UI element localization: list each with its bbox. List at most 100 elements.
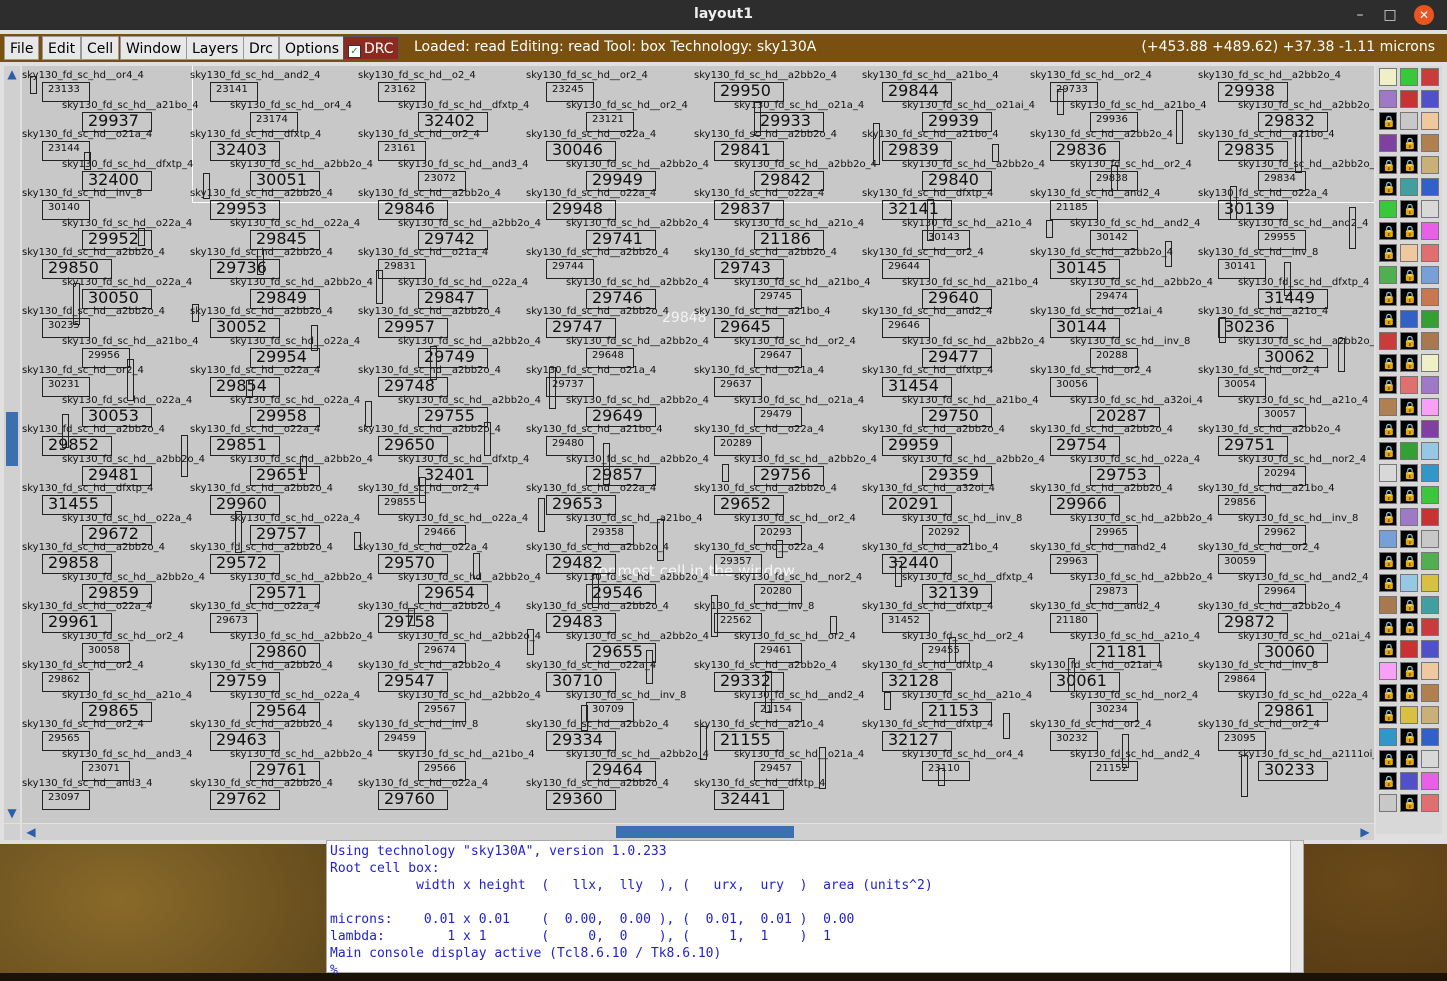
layer-swatch[interactable]: 🔒: [1400, 728, 1418, 746]
layer-swatch[interactable]: [1421, 178, 1439, 196]
layer-swatch[interactable]: 🔒: [1400, 596, 1418, 614]
layer-swatch[interactable]: [1421, 68, 1439, 86]
layer-swatch[interactable]: 🔒: [1379, 750, 1397, 768]
menu-layers[interactable]: Layers: [186, 36, 245, 60]
zoom-box-icon[interactable]: [4, 824, 20, 840]
layer-swatch[interactable]: 🔒: [1400, 684, 1418, 702]
layer-swatch[interactable]: [1421, 200, 1439, 218]
layer-swatch[interactable]: 🔒: [1379, 706, 1397, 724]
layer-swatch[interactable]: [1421, 376, 1439, 394]
layer-swatch[interactable]: 🔒: [1379, 244, 1397, 262]
layer-swatch[interactable]: 🔒: [1379, 618, 1397, 636]
layer-swatch[interactable]: [1421, 112, 1439, 130]
layer-swatch[interactable]: 🔒: [1400, 750, 1418, 768]
layer-swatch[interactable]: [1379, 662, 1397, 680]
layer-swatch[interactable]: [1400, 112, 1418, 130]
layer-swatch[interactable]: 🔒: [1379, 222, 1397, 240]
menu-drc[interactable]: Drc: [243, 36, 279, 60]
minimize-button[interactable]: –: [1350, 5, 1370, 25]
layer-swatch[interactable]: 🔒: [1400, 266, 1418, 284]
scroll-up-arrow-icon[interactable]: ▲: [5, 67, 19, 81]
layer-swatch[interactable]: 🔒: [1400, 200, 1418, 218]
layer-swatch[interactable]: 🔒: [1379, 772, 1397, 790]
layer-swatch[interactable]: 🔒: [1400, 332, 1418, 350]
layer-swatch[interactable]: [1421, 464, 1439, 482]
layer-swatch[interactable]: 🔒: [1400, 464, 1418, 482]
layer-swatch[interactable]: 🔒: [1379, 178, 1397, 196]
layer-swatch[interactable]: [1379, 90, 1397, 108]
scroll-left-arrow-icon[interactable]: ◀: [24, 825, 38, 839]
layer-swatch[interactable]: [1421, 398, 1439, 416]
layer-swatch[interactable]: 🔒: [1400, 134, 1418, 152]
layer-swatch[interactable]: [1379, 530, 1397, 548]
layer-swatch[interactable]: 🔒: [1379, 684, 1397, 702]
layer-swatch[interactable]: 🔒: [1379, 508, 1397, 526]
layer-swatch[interactable]: [1421, 552, 1439, 570]
menu-edit[interactable]: Edit: [42, 36, 82, 60]
menu-file[interactable]: File: [4, 36, 40, 60]
layer-swatch[interactable]: [1400, 442, 1418, 460]
layer-swatch[interactable]: [1421, 706, 1439, 724]
layer-swatch[interactable]: [1421, 288, 1439, 306]
layer-swatch[interactable]: [1400, 574, 1418, 592]
layer-swatch[interactable]: 🔒: [1400, 486, 1418, 504]
layer-swatch[interactable]: 🔒: [1400, 354, 1418, 372]
layer-swatch[interactable]: [1421, 618, 1439, 636]
layer-swatch[interactable]: 🔒: [1379, 376, 1397, 394]
layer-swatch[interactable]: [1421, 310, 1439, 328]
layer-swatch[interactable]: [1421, 530, 1439, 548]
tcl-console[interactable]: Using technology "sky130A", version 1.0.…: [326, 840, 1304, 978]
layer-swatch[interactable]: 🔒: [1400, 530, 1418, 548]
layer-swatch[interactable]: [1421, 222, 1439, 240]
layer-swatch[interactable]: 🔒: [1400, 552, 1418, 570]
layer-swatch[interactable]: 🔒: [1400, 662, 1418, 680]
layer-swatch[interactable]: 🔒: [1379, 354, 1397, 372]
layer-swatch[interactable]: [1421, 662, 1439, 680]
scroll-down-arrow-icon[interactable]: ▼: [5, 806, 19, 820]
layer-swatch[interactable]: [1421, 574, 1439, 592]
layer-swatch[interactable]: 🔒: [1379, 420, 1397, 438]
layer-swatch[interactable]: 🔒: [1379, 310, 1397, 328]
layer-swatch[interactable]: [1379, 68, 1397, 86]
layer-swatch[interactable]: 🔒: [1400, 794, 1418, 812]
layer-swatch[interactable]: [1421, 332, 1439, 350]
layer-swatch[interactable]: [1421, 728, 1439, 746]
horizontal-scroll-thumb[interactable]: [616, 826, 794, 838]
vertical-scroll-thumb[interactable]: [6, 412, 18, 466]
menu-cell[interactable]: Cell: [81, 36, 120, 60]
layer-swatch[interactable]: [1379, 728, 1397, 746]
layer-swatch[interactable]: [1400, 508, 1418, 526]
layer-swatch[interactable]: 🔒: [1400, 420, 1418, 438]
layer-swatch[interactable]: 🔒: [1379, 442, 1397, 460]
layer-swatch[interactable]: [1400, 640, 1418, 658]
layer-swatch[interactable]: 🔒: [1400, 156, 1418, 174]
layer-swatch[interactable]: [1421, 134, 1439, 152]
horizontal-scrollbar[interactable]: ◀ ▶: [22, 824, 1374, 840]
layer-swatch[interactable]: [1379, 266, 1397, 284]
layer-swatch[interactable]: 🔒: [1379, 112, 1397, 130]
layer-swatch[interactable]: [1379, 398, 1397, 416]
layer-swatch[interactable]: [1421, 772, 1439, 790]
layer-swatch[interactable]: 🔒: [1379, 640, 1397, 658]
layout-canvas[interactable]: 29848 Topmost cell in the window sky130_…: [22, 66, 1374, 823]
layer-swatch[interactable]: [1421, 640, 1439, 658]
layer-swatch[interactable]: [1379, 134, 1397, 152]
layer-swatch[interactable]: [1400, 244, 1418, 262]
layer-swatch[interactable]: 🔒: [1400, 618, 1418, 636]
layer-swatch[interactable]: 🔒: [1400, 288, 1418, 306]
layer-swatch[interactable]: [1421, 442, 1439, 460]
menu-window[interactable]: Window: [120, 36, 188, 60]
layer-swatch[interactable]: [1421, 90, 1439, 108]
layer-swatch[interactable]: [1421, 750, 1439, 768]
vertical-scrollbar[interactable]: ▲ ▼: [4, 66, 20, 823]
layer-swatch[interactable]: 🔒: [1379, 574, 1397, 592]
drc-toggle[interactable]: ✓ DRC: [343, 36, 399, 60]
layer-swatch[interactable]: 🔒: [1379, 156, 1397, 174]
layer-swatch[interactable]: [1379, 596, 1397, 614]
layer-swatch[interactable]: [1400, 772, 1418, 790]
scroll-right-arrow-icon[interactable]: ▶: [1358, 825, 1372, 839]
layer-swatch[interactable]: [1421, 508, 1439, 526]
layer-swatch[interactable]: [1421, 354, 1439, 372]
layer-swatch[interactable]: [1421, 794, 1439, 812]
layer-swatch[interactable]: [1400, 90, 1418, 108]
